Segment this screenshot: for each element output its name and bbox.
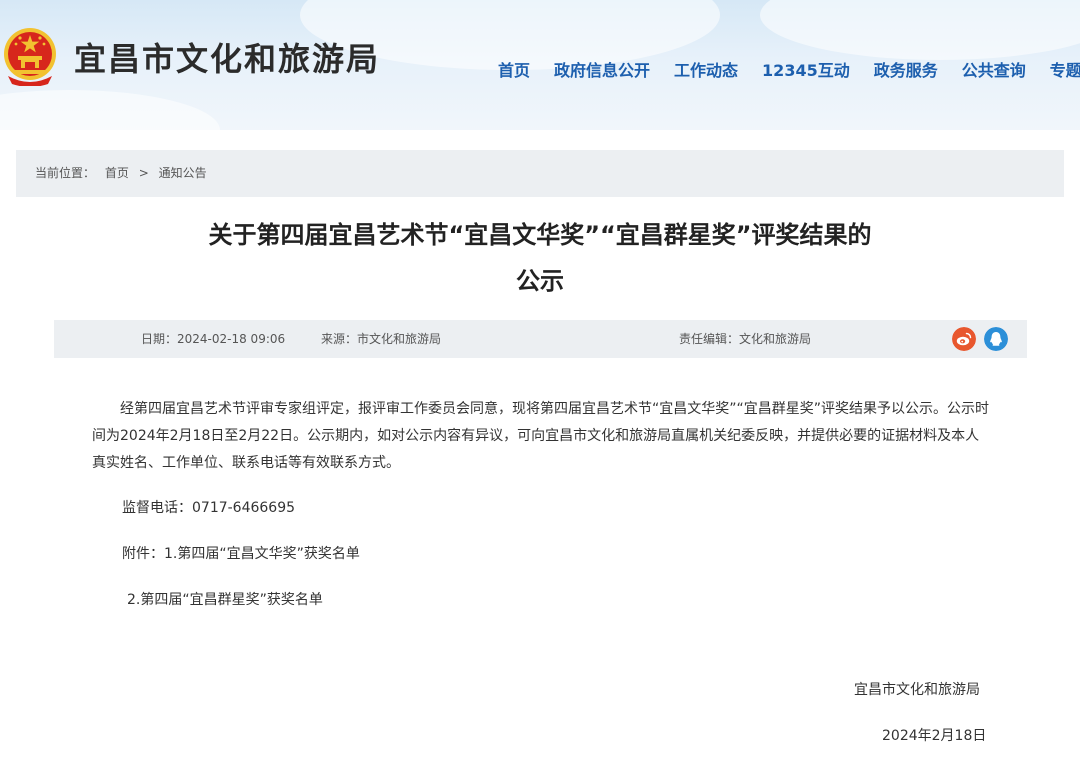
weibo-icon[interactable] — [952, 327, 976, 351]
breadcrumb-prefix: 当前位置： — [35, 166, 96, 180]
breadcrumb: 当前位置： 首页 > 通知公告 — [16, 150, 1064, 197]
header-cloud-decoration — [0, 90, 220, 130]
breadcrumb-home-link[interactable]: 首页 — [105, 166, 129, 180]
supervision-phone: 监督电话：0717-6466695 — [122, 500, 296, 516]
nav-item-home[interactable]: 首页 — [498, 58, 530, 84]
breadcrumb-current-link[interactable]: 通知公告 — [159, 166, 207, 180]
main-nav: 首页 政府信息公开 工作动态 12345互动 政务服务 公共查询 专题专栏 — [498, 58, 1080, 84]
article-title-line1: 关于第四届宜昌艺术节“宜昌文华奖”“宜昌群星奖”评奖结果的 — [208, 221, 872, 249]
article-editor: 责任编辑：文化和旅游局 — [679, 332, 812, 346]
site-title[interactable]: 宜昌市文化和旅游局 — [74, 34, 380, 80]
national-emblem-icon[interactable] — [2, 26, 58, 86]
attachment-link-1[interactable]: 附件：1.第四届“宜昌文华奖”获奖名单 — [122, 543, 360, 563]
breadcrumb-separator: > — [138, 166, 149, 180]
article-body: 经第四届宜昌艺术节评审专家组评定，报评审工作委员会同意，现将第四届宜昌艺术节“宜… — [92, 396, 992, 477]
article-title: 关于第四届宜昌艺术节“宜昌文华奖”“宜昌群星奖”评奖结果的 公示 — [0, 212, 1080, 304]
article-paragraph: 经第四届宜昌艺术节评审专家组评定，报评审工作委员会同意，现将第四届宜昌艺术节“宜… — [92, 401, 990, 471]
nav-item-gov-info[interactable]: 政府信息公开 — [554, 58, 650, 84]
nav-item-work-news[interactable]: 工作动态 — [674, 58, 738, 84]
signature-date: 2024年2月18日 — [882, 728, 987, 744]
nav-item-services[interactable]: 政务服务 — [874, 58, 938, 84]
qq-icon[interactable] — [984, 327, 1008, 351]
article-title-line2: 公示 — [516, 267, 564, 295]
nav-item-special[interactable]: 专题专栏 — [1050, 58, 1080, 84]
article-meta-bar: 日期：2024-02-18 09:06 来源：市文化和旅游局 责任编辑：文化和旅… — [54, 320, 1027, 358]
nav-item-public-query[interactable]: 公共查询 — [962, 58, 1026, 84]
nav-item-12345[interactable]: 12345互动 — [762, 58, 850, 84]
attachment-link-2[interactable]: 2.第四届“宜昌群星奖”获奖名单 — [127, 589, 323, 609]
signature-organization: 宜昌市文化和旅游局 — [854, 682, 980, 698]
site-header: 宜昌市文化和旅游局 首页 政府信息公开 工作动态 12345互动 政务服务 公共… — [0, 0, 1080, 130]
main-content: 当前位置： 首页 > 通知公告 关于第四届宜昌艺术节“宜昌文华奖”“宜昌群星奖”… — [0, 130, 1080, 768]
header-cloud-decoration — [760, 0, 1080, 60]
article-date: 日期：2024-02-18 09:06 — [141, 332, 286, 346]
article-source: 来源：市文化和旅游局 — [321, 332, 442, 346]
